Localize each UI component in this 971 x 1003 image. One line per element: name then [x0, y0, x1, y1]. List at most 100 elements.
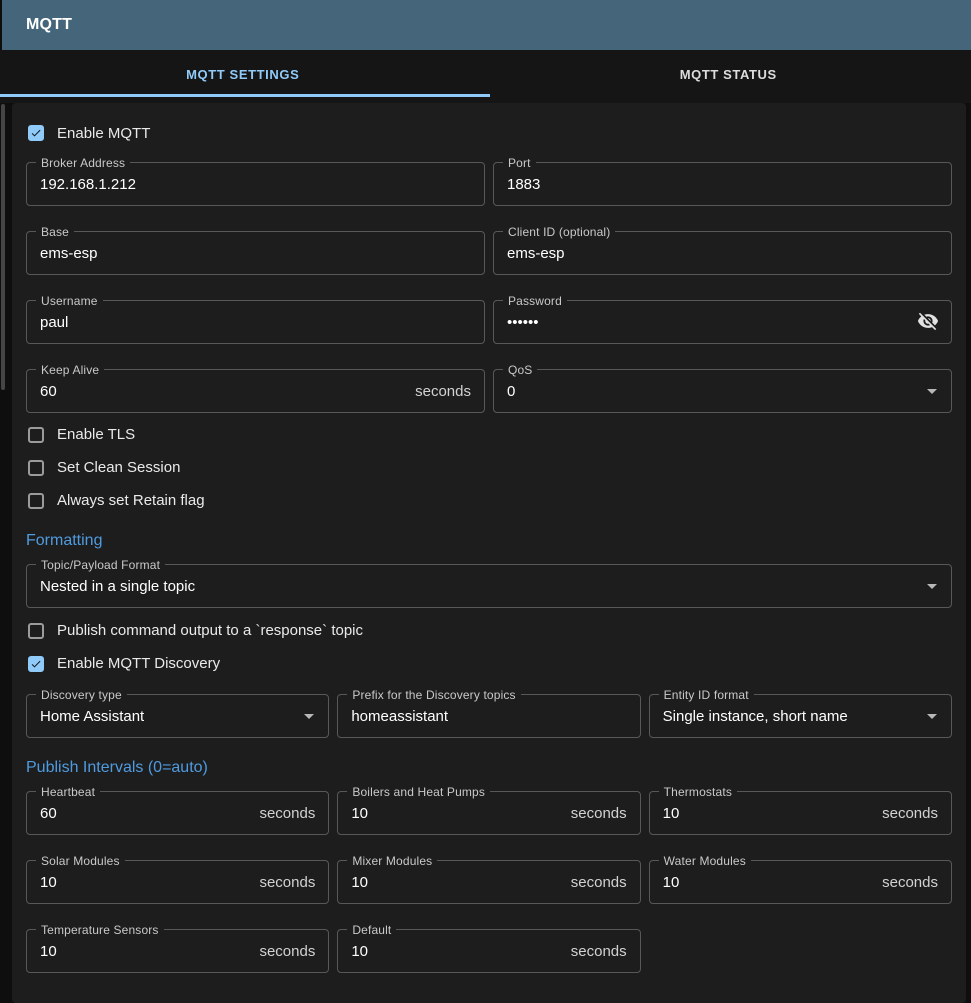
- mixer-modules-label: Mixer Modules: [347, 854, 437, 868]
- unit-suffix: seconds: [882, 874, 938, 891]
- client-id-label: Client ID (optional): [503, 225, 615, 239]
- keep-alive-field[interactable]: Keep Alive 60 seconds: [26, 369, 485, 413]
- page-title: MQTT: [26, 16, 72, 34]
- check-icon: [30, 657, 42, 671]
- checkbox-label: Enable MQTT Discovery: [57, 655, 220, 672]
- port-field[interactable]: Port 1883: [493, 162, 952, 206]
- discovery-type-select[interactable]: Discovery type Home Assistant: [26, 694, 329, 738]
- row-intervals-1: Heartbeat 60 seconds Boilers and Heat Pu…: [26, 791, 952, 835]
- heartbeat-value: 60: [40, 805, 57, 822]
- username-field[interactable]: Username paul: [26, 300, 485, 344]
- port-label: Port: [503, 156, 536, 170]
- qos-value: 0: [507, 383, 515, 400]
- mqtt-settings-panel: Enable MQTT Broker Address 192.168.1.212…: [12, 103, 966, 1003]
- unit-suffix: seconds: [259, 805, 315, 822]
- row-topic-format: Topic/Payload Format Nested in a single …: [26, 564, 952, 608]
- default-interval-value: 10: [351, 943, 368, 960]
- chevron-down-icon: [920, 574, 944, 598]
- formatting-section-heading: Formatting: [26, 532, 952, 550]
- toggle-password-visibility-button[interactable]: [916, 310, 940, 334]
- checkbox-box[interactable]: [28, 493, 44, 509]
- chevron-down-icon: [297, 704, 321, 728]
- checkbox-box[interactable]: [28, 125, 44, 141]
- client-id-value: ems-esp: [507, 245, 565, 262]
- heartbeat-field[interactable]: Heartbeat 60 seconds: [26, 791, 329, 835]
- water-modules-field[interactable]: Water Modules 10 seconds: [649, 860, 952, 904]
- temperature-sensors-field[interactable]: Temperature Sensors 10 seconds: [26, 929, 329, 973]
- checkbox-enable-tls[interactable]: Enable TLS: [26, 426, 952, 443]
- empty-grid-cell: [649, 929, 952, 973]
- row-discovery: Discovery type Home Assistant Prefix for…: [26, 694, 952, 738]
- entity-id-format-value: Single instance, short name: [663, 708, 848, 725]
- row-base-clientid: Base ems-esp Client ID (optional) ems-es…: [26, 231, 952, 275]
- password-field[interactable]: Password ••••••: [493, 300, 952, 344]
- topic-format-label: Topic/Payload Format: [36, 558, 165, 572]
- checkbox-enable-mqtt[interactable]: Enable MQTT: [26, 123, 952, 143]
- topic-payload-format-select[interactable]: Topic/Payload Format Nested in a single …: [26, 564, 952, 608]
- solar-modules-label: Solar Modules: [36, 854, 125, 868]
- username-value: paul: [40, 314, 68, 331]
- water-modules-label: Water Modules: [659, 854, 751, 868]
- solar-modules-field[interactable]: Solar Modules 10 seconds: [26, 860, 329, 904]
- base-label: Base: [36, 225, 74, 239]
- unit-suffix: seconds: [259, 874, 315, 891]
- app-header: MQTT: [2, 0, 971, 50]
- check-icon: [30, 126, 42, 140]
- default-interval-label: Default: [347, 923, 396, 937]
- checkbox-box[interactable]: [28, 427, 44, 443]
- row-broker-port: Broker Address 192.168.1.212 Port 1883: [26, 162, 952, 206]
- entity-id-format-label: Entity ID format: [659, 688, 754, 702]
- tab-mqtt-settings[interactable]: MQTT SETTINGS: [0, 50, 486, 98]
- active-tab-indicator: [0, 94, 490, 97]
- topic-format-value: Nested in a single topic: [40, 578, 195, 595]
- keep-alive-value: 60: [40, 383, 57, 400]
- default-interval-field[interactable]: Default 10 seconds: [337, 929, 640, 973]
- checkbox-box[interactable]: [28, 656, 44, 672]
- visibility-off-icon: [917, 310, 939, 332]
- port-value: 1883: [507, 176, 540, 193]
- checkbox-enable-discovery[interactable]: Enable MQTT Discovery: [26, 655, 952, 672]
- unit-suffix: seconds: [571, 805, 627, 822]
- solar-modules-value: 10: [40, 874, 57, 891]
- checkbox-clean-session[interactable]: Set Clean Session: [26, 459, 952, 476]
- checkbox-box[interactable]: [28, 623, 44, 639]
- qos-select[interactable]: QoS 0: [493, 369, 952, 413]
- temperature-sensors-value: 10: [40, 943, 57, 960]
- temperature-sensors-label: Temperature Sensors: [36, 923, 164, 937]
- checkbox-box[interactable]: [28, 460, 44, 476]
- checkbox-retain-flag[interactable]: Always set Retain flag: [26, 492, 952, 509]
- entity-id-format-select[interactable]: Entity ID format Single instance, short …: [649, 694, 952, 738]
- boilers-field[interactable]: Boilers and Heat Pumps 10 seconds: [337, 791, 640, 835]
- thermostats-field[interactable]: Thermostats 10 seconds: [649, 791, 952, 835]
- scrollbar-thumb[interactable]: [1, 104, 5, 390]
- discovery-prefix-value: homeassistant: [351, 708, 448, 725]
- base-field[interactable]: Base ems-esp: [26, 231, 485, 275]
- unit-suffix: seconds: [259, 943, 315, 960]
- checkbox-label: Enable TLS: [57, 426, 135, 443]
- discovery-type-label: Discovery type: [36, 688, 127, 702]
- mixer-modules-field[interactable]: Mixer Modules 10 seconds: [337, 860, 640, 904]
- broker-address-value: 192.168.1.212: [40, 176, 136, 193]
- tab-mqtt-status[interactable]: MQTT STATUS: [486, 50, 971, 98]
- thermostats-label: Thermostats: [659, 785, 737, 799]
- checkbox-label: Always set Retain flag: [57, 492, 205, 509]
- row-username-password: Username paul Password ••••••: [26, 300, 952, 344]
- discovery-prefix-field[interactable]: Prefix for the Discovery topics homeassi…: [337, 694, 640, 738]
- password-label: Password: [503, 294, 567, 308]
- discovery-type-value: Home Assistant: [40, 708, 144, 725]
- publish-intervals-section-heading: Publish Intervals (0=auto): [26, 759, 952, 777]
- checkbox-publish-response[interactable]: Publish command output to a `response` t…: [26, 622, 952, 639]
- broker-address-field[interactable]: Broker Address 192.168.1.212: [26, 162, 485, 206]
- checkbox-label: Publish command output to a `response` t…: [57, 622, 363, 639]
- client-id-field[interactable]: Client ID (optional) ems-esp: [493, 231, 952, 275]
- boilers-value: 10: [351, 805, 368, 822]
- water-modules-value: 10: [663, 874, 680, 891]
- unit-suffix: seconds: [571, 874, 627, 891]
- boilers-label: Boilers and Heat Pumps: [347, 785, 490, 799]
- password-value: ••••••: [507, 314, 539, 331]
- tab-bar: MQTT SETTINGS MQTT STATUS: [0, 50, 971, 103]
- base-value: ems-esp: [40, 245, 98, 262]
- keep-alive-unit: seconds: [415, 383, 471, 400]
- discovery-prefix-label: Prefix for the Discovery topics: [347, 688, 520, 702]
- mixer-modules-value: 10: [351, 874, 368, 891]
